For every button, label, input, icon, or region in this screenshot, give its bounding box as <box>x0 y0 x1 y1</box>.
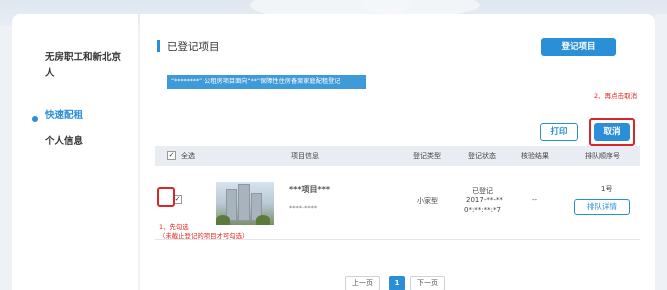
project-banner: “********” 公租房项目面向“**”保障性住房备案家庭配租登记 <box>167 75 366 89</box>
step2-hint: 2、再点击取消 <box>594 92 638 100</box>
status-label: 已登记 <box>472 187 493 195</box>
sidebar-item-personal-info[interactable]: 个人信息 <box>45 134 83 150</box>
sidebar-item-quick-rent[interactable]: 快速配租 <box>45 108 83 124</box>
table-header: ✓ 全选 项目信息 登记类型 登记状态 核验结果 排队顺序号 <box>155 146 640 166</box>
checkbox-highlight-box <box>157 187 175 207</box>
page-title: 已登记项目 <box>167 41 220 53</box>
project-name: ***项目*** <box>289 185 331 194</box>
right-margin <box>655 14 667 290</box>
sidebar-item-label: 快速配租 <box>45 110 84 121</box>
queue-number-value: 1号 <box>601 185 613 193</box>
column-select-all: 全选 <box>181 152 195 160</box>
sidebar-item-label: 无房职工和新北京人 <box>45 52 122 79</box>
sidebar-item-housing-workers[interactable]: 无房职工和新北京人 <box>45 50 123 82</box>
step1-hint-line2: （未截止登记的项目才可勾选） <box>159 232 249 240</box>
column-queue-number: 排队顺序号 <box>585 152 620 160</box>
prev-page-button[interactable]: 上一页 <box>345 276 380 290</box>
title-accent-bar <box>157 40 160 52</box>
sidebar: 无房职工和新北京人 快速配租 个人信息 <box>12 14 138 290</box>
main-panel: 已登记项目 登记项目 “********” 公租房项目面向“**”保障性住房备案… <box>140 14 655 290</box>
sidebar-item-label: 个人信息 <box>45 136 84 147</box>
active-indicator-dot <box>32 116 38 122</box>
cancel-button[interactable]: 取消 <box>594 123 630 141</box>
page-1-button[interactable]: 1 <box>389 276 405 290</box>
column-project-info: 项目信息 <box>291 152 319 160</box>
register-type-value: 小家型 <box>417 197 438 205</box>
next-page-button[interactable]: 下一页 <box>410 276 445 290</box>
project-address: ****·**** <box>289 204 318 212</box>
check-icon: ✓ <box>174 195 181 203</box>
step1-hint-line1: 1、先勾选 <box>159 223 189 231</box>
register-project-button[interactable]: 登记项目 <box>541 38 616 56</box>
check-icon: ✓ <box>168 151 175 159</box>
project-photo <box>216 182 274 225</box>
column-register-status: 登记状态 <box>468 152 496 160</box>
column-verify-result: 核验结果 <box>521 152 549 160</box>
status-date: 2017-**-** <box>466 196 503 204</box>
status-time: 0*:**:**:*7 <box>464 206 501 214</box>
select-all-checkbox[interactable]: ✓ <box>167 151 176 160</box>
column-register-type: 登记类型 <box>413 152 441 160</box>
print-button[interactable]: 打印 <box>540 123 578 141</box>
step1-hint: 1、先勾选 （未截止登记的项目才可勾选） <box>159 223 248 241</box>
verify-result-value: -- <box>532 196 538 204</box>
queue-details-button[interactable]: 排队详情 <box>574 199 630 215</box>
